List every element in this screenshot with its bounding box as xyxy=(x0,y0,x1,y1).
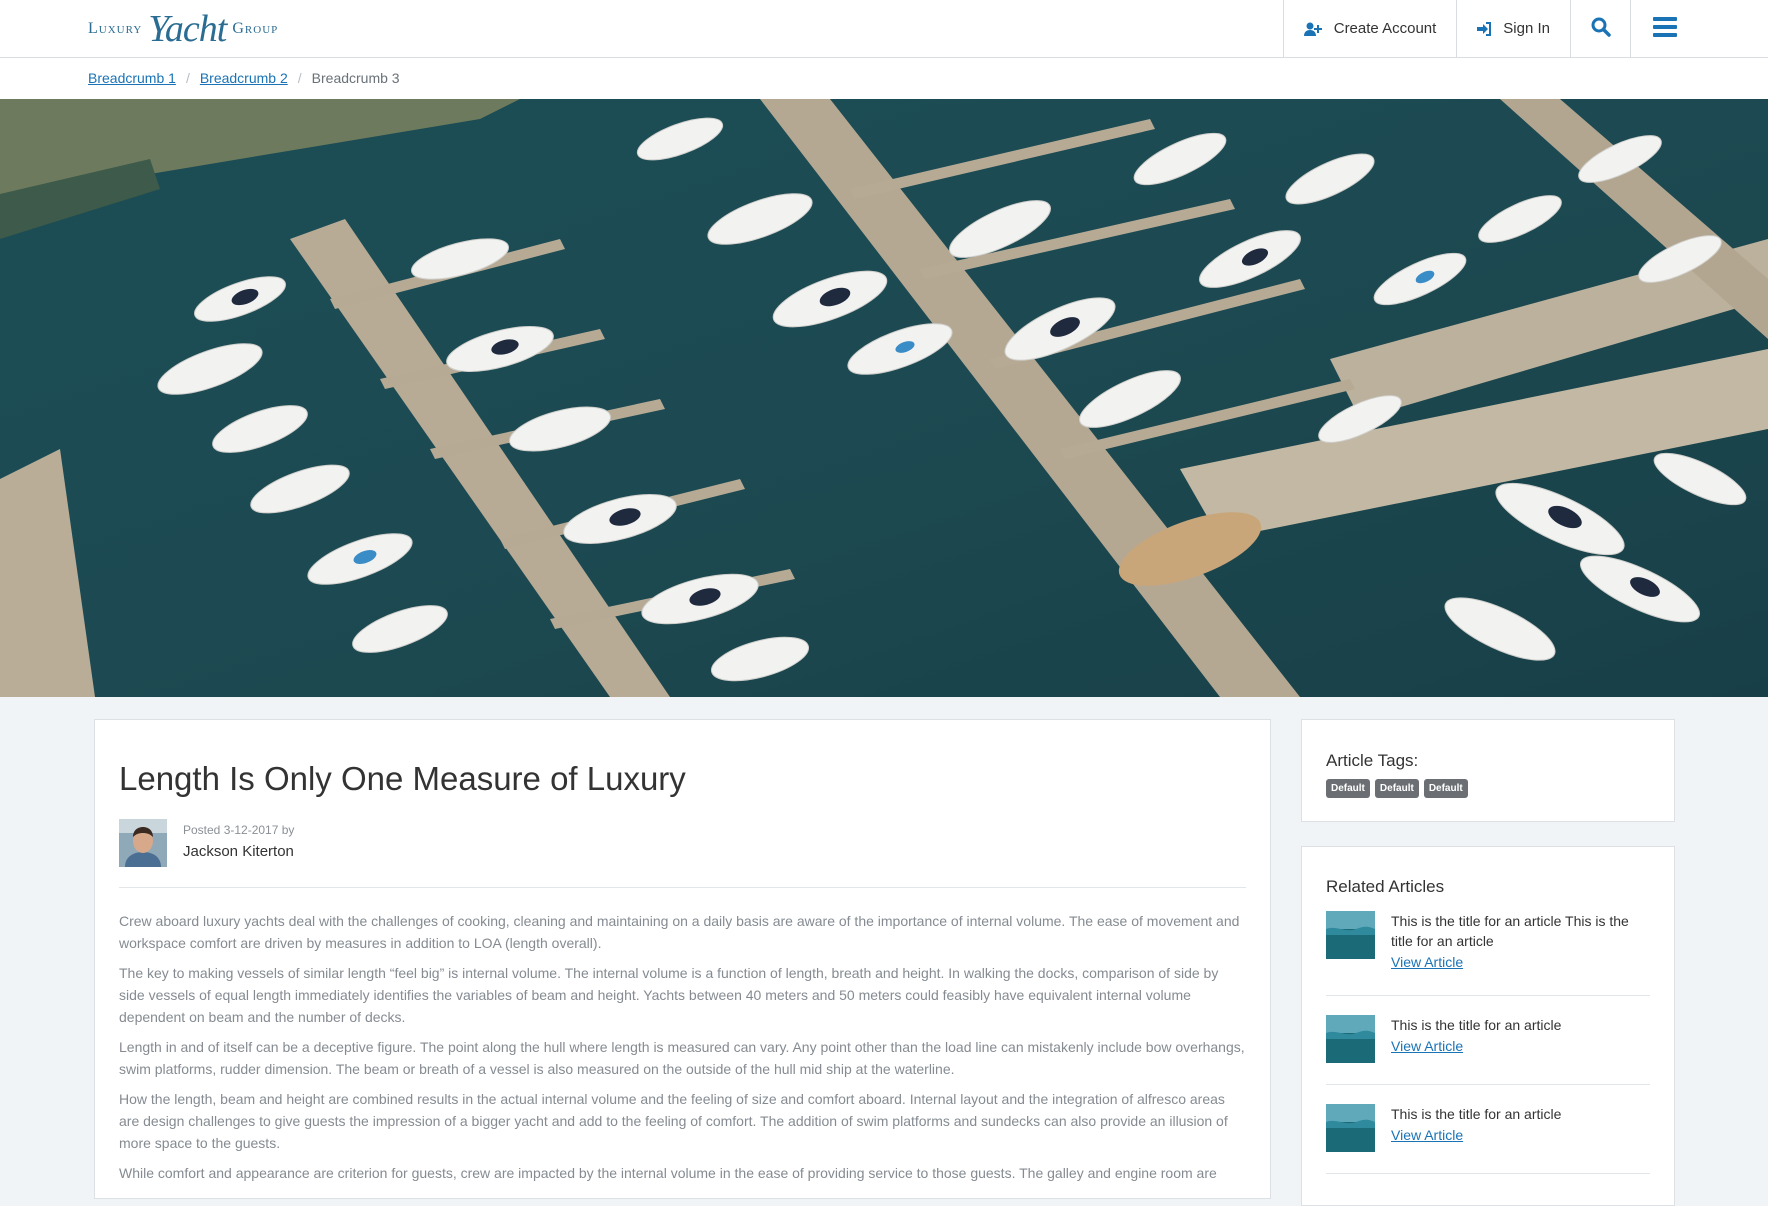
article-paragraph: Length in and of itself can be a decepti… xyxy=(119,1039,1245,1077)
search-button[interactable] xyxy=(1570,0,1630,57)
article-paragraph: Crew aboard luxury yachts deal with the … xyxy=(119,913,1240,951)
divider xyxy=(1326,1084,1650,1085)
breadcrumb: Breadcrumb 1 / Breadcrumb 2 / Breadcrumb… xyxy=(88,58,400,98)
marina-aerial-image xyxy=(0,99,1768,697)
article-title: Length Is Only One Measure of Luxury xyxy=(119,760,686,797)
view-article-link[interactable]: View Article xyxy=(1391,1038,1463,1054)
related-articles-title: Related Articles xyxy=(1326,877,1445,896)
related-article-thumbnail[interactable] xyxy=(1326,1015,1375,1063)
site-header: Luxury Yacht Group Create Account Sign I… xyxy=(0,0,1768,58)
user-plus-icon xyxy=(1303,22,1322,36)
hero-image xyxy=(0,99,1768,697)
sign-in-label: Sign In xyxy=(1503,20,1550,37)
breadcrumb-link-1[interactable]: Breadcrumb 1 xyxy=(88,70,176,86)
related-article-item: This is the title for an article View Ar… xyxy=(1326,1015,1650,1063)
related-article-item: This is the title for an article View Ar… xyxy=(1326,1104,1650,1152)
tag-list: Default Default Default xyxy=(1326,779,1468,798)
related-article-title: This is the title for an article xyxy=(1391,1017,1562,1033)
tag-badge[interactable]: Default xyxy=(1374,779,1419,798)
tags-label: Article Tags: xyxy=(1326,751,1419,770)
hamburger-menu-icon xyxy=(1653,16,1677,41)
top-nav: Create Account Sign In xyxy=(1282,0,1768,57)
avatar xyxy=(119,819,167,867)
view-article-link[interactable]: View Article xyxy=(1391,954,1463,970)
related-article-thumbnail[interactable] xyxy=(1326,1104,1375,1152)
create-account-label: Create Account xyxy=(1333,20,1437,37)
related-article-item: This is the title for an article This is… xyxy=(1326,911,1650,972)
article-tags-card: Article Tags: Default Default Default xyxy=(1301,719,1675,822)
author-block: Posted 3-12-2017 by Jackson Kiterton xyxy=(119,819,294,867)
related-article-thumbnail[interactable] xyxy=(1326,911,1375,959)
related-articles-card: Related Articles This is the title for a… xyxy=(1301,846,1675,1206)
tag-badge[interactable]: Default xyxy=(1326,779,1370,798)
related-article-title: This is the title for an article This is… xyxy=(1391,913,1629,949)
divider xyxy=(1326,995,1650,996)
divider xyxy=(1326,1173,1650,1174)
article-paragraph: The key to making vessels of similar len… xyxy=(119,965,1219,1025)
article-paragraph: How the length, beam and height are comb… xyxy=(119,1091,1228,1151)
logo-word-right: Group xyxy=(232,20,279,37)
logo-word-script: Yacht xyxy=(148,8,227,50)
search-icon xyxy=(1591,17,1611,41)
divider xyxy=(119,887,1246,888)
related-article-title: This is the title for an article xyxy=(1391,1106,1562,1122)
tag-badge[interactable]: Default xyxy=(1423,779,1468,798)
logo[interactable]: Luxury Yacht Group xyxy=(88,6,278,52)
breadcrumb-link-2[interactable]: Breadcrumb 2 xyxy=(200,70,288,86)
breadcrumb-separator: / xyxy=(185,70,190,86)
breadcrumb-current: Breadcrumb 3 xyxy=(311,70,400,86)
posted-date: Posted 3-12-2017 by xyxy=(183,823,295,837)
article-body: Crew aboard luxury yachts deal with the … xyxy=(119,910,1246,1192)
sign-in-button[interactable]: Sign In xyxy=(1456,0,1570,57)
logo-word-left: Luxury xyxy=(88,20,143,37)
create-account-button[interactable]: Create Account xyxy=(1282,0,1457,57)
breadcrumb-separator: / xyxy=(297,70,302,86)
view-article-link[interactable]: View Article xyxy=(1391,1127,1463,1143)
sign-in-icon xyxy=(1477,21,1492,36)
article-card: Length Is Only One Measure of Luxury Pos… xyxy=(94,719,1271,1199)
menu-button[interactable] xyxy=(1630,0,1768,57)
author-name: Jackson Kiterton xyxy=(183,843,294,860)
